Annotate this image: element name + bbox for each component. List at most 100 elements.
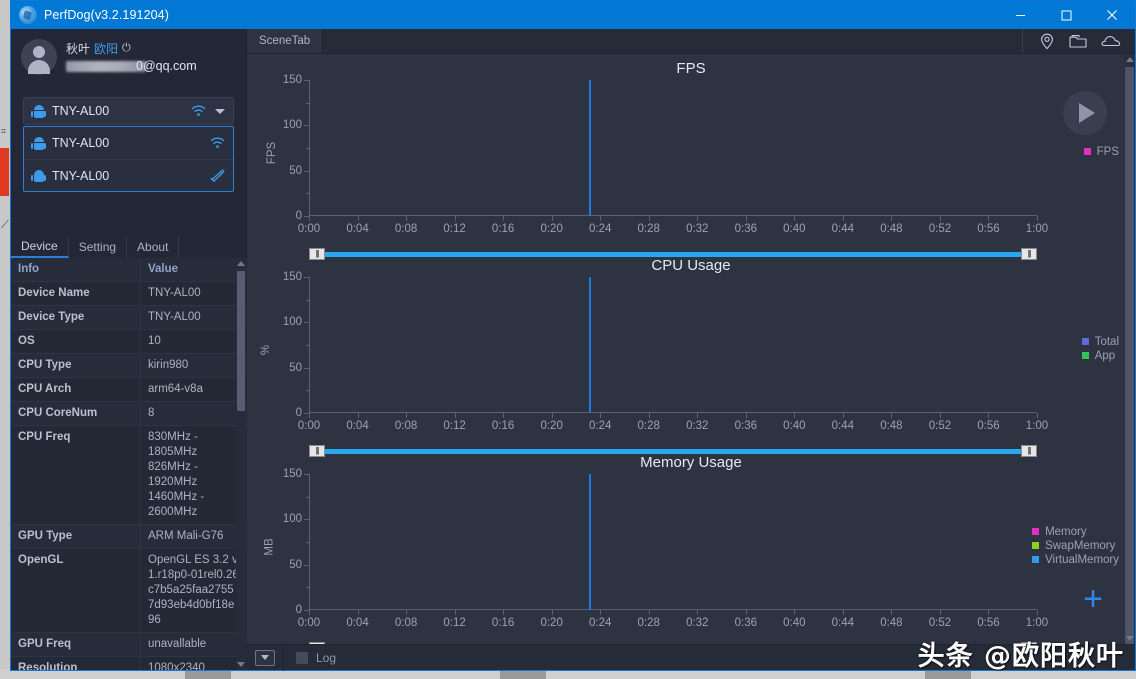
x-tick-mark (454, 610, 456, 615)
row-key: OS (11, 330, 141, 353)
x-tick-mark (600, 413, 602, 418)
time-cursor-line[interactable] (589, 474, 592, 610)
legend-item[interactable]: Memory (1032, 526, 1119, 538)
legend-swatch (1081, 352, 1089, 359)
user-avatar-icon[interactable] (21, 39, 57, 75)
table-row[interactable]: CPU Type kirin980 (11, 354, 247, 378)
cloud-icon[interactable] (1101, 34, 1121, 48)
scroll-down-arrow-icon[interactable] (1124, 633, 1135, 644)
minimize-icon[interactable] (997, 1, 1043, 29)
play-button[interactable] (1063, 91, 1107, 135)
tab-setting[interactable]: Setting (69, 236, 128, 258)
x-tick-mark (454, 216, 456, 221)
legend-item[interactable]: FPS (1083, 146, 1119, 158)
chart-y-axis-label: FPS (266, 141, 279, 164)
add-chart-button[interactable]: + (1083, 582, 1103, 616)
row-value: TNY-AL00 (148, 311, 201, 323)
x-tick-mark (697, 413, 699, 418)
legend-item[interactable]: VirtualMemory (1032, 554, 1119, 566)
usb-icon (209, 169, 225, 182)
legend-swatch (1032, 542, 1040, 549)
table-row[interactable]: GPU Type ARM Mali-G76 (11, 525, 247, 549)
x-tick-label: 0:56 (977, 420, 1000, 432)
chart-y-axis-label: % (260, 344, 273, 355)
scroll-down-arrow-icon[interactable] (236, 659, 246, 670)
legend-item[interactable]: App (1081, 349, 1119, 362)
log-checkbox[interactable] (296, 651, 308, 664)
maximize-icon[interactable] (1043, 1, 1089, 29)
tab-scenetab[interactable]: SceneTab (247, 29, 324, 53)
x-tick-mark (648, 413, 650, 418)
table-row[interactable]: CPU Arch arm64-v8a (11, 378, 247, 402)
x-tick-label: 0:44 (831, 223, 855, 235)
table-row[interactable]: Resolution 1080x2340 (11, 657, 247, 670)
scroll-up-arrow-icon[interactable] (1124, 54, 1135, 65)
x-tick-mark (988, 216, 990, 221)
tab-device[interactable]: Device (11, 236, 69, 258)
time-cursor-line[interactable] (589, 80, 592, 216)
table-row[interactable]: GPU Freq unavallable (11, 633, 247, 657)
table-row[interactable]: Device Type TNY-AL00 (11, 306, 247, 330)
tab-bar-spacer (323, 29, 1022, 53)
selected-device-label: TNY-AL00 (52, 104, 110, 118)
x-tick-mark (988, 413, 990, 418)
legend-swatch (1081, 338, 1089, 345)
x-tick-label: 0:08 (394, 223, 418, 235)
table-row[interactable]: CPU Freq 830MHz - 1805MHz 826MHz - 1920MH… (11, 426, 247, 525)
play-icon (1079, 103, 1095, 123)
x-tick-mark (551, 610, 553, 615)
power-icon[interactable]: ⏻ (122, 43, 131, 54)
x-tick-mark (1037, 216, 1038, 221)
device-selector-button[interactable]: TNY-AL00 (23, 97, 234, 125)
scrollbar-thumb[interactable] (237, 271, 245, 411)
x-tick-mark (939, 413, 941, 418)
x-tick-label: 0:32 (686, 223, 709, 235)
device-option-usb[interactable]: TNY-AL00 (24, 159, 233, 191)
tab-about[interactable]: About (127, 236, 180, 258)
table-row[interactable]: OS 10 (11, 330, 247, 354)
location-pin-icon[interactable] (1039, 33, 1055, 50)
x-tick-mark (454, 413, 456, 418)
close-icon[interactable] (1089, 1, 1135, 29)
time-cursor-line[interactable] (589, 277, 592, 413)
chart-plot-area[interactable]: 0 50 100 150 0:00 0:04 0:08 0:12 0:16 0:20 0:2… (283, 74, 1048, 235)
desktop-red-item[interactable] (0, 148, 9, 196)
table-row[interactable]: OpenGL OpenGL ES 3.2 v1.r18p0-01rel0.26c7… (11, 549, 247, 633)
chart-title: Memory Usage (640, 454, 742, 471)
taskbar-thumb-2[interactable] (500, 671, 546, 679)
row-value: 1080x2340 (148, 662, 205, 670)
x-tick-mark (357, 610, 359, 615)
x-tick-label: 0:24 (588, 420, 612, 432)
table-row[interactable]: CPU CoreNum 8 (11, 402, 247, 426)
scrollbar-thumb[interactable] (1125, 67, 1134, 647)
left-table-scrollbar[interactable] (236, 258, 246, 670)
table-row[interactable]: Device Name TNY-AL00 (11, 282, 247, 306)
folder-icon[interactable] (1069, 34, 1087, 49)
scroll-up-arrow-icon[interactable] (236, 258, 246, 269)
chevron-down-boxed-icon[interactable] (255, 649, 275, 666)
device-option-wifi[interactable]: TNY-AL00 (24, 127, 233, 159)
chart-plot-area[interactable]: 0 50 100 150 0:00 0:04 0:08 0:12 0:16 0:20 0:2… (283, 271, 1048, 432)
row-value: unavallable (148, 638, 207, 650)
x-tick-mark (309, 610, 310, 615)
legend-label: App (1094, 349, 1116, 362)
chart-plot-area[interactable]: 0 50 100 150 0:00 0:04 0:08 0:12 0:16 0:20 0:2… (283, 468, 1048, 629)
title-bar: PerfDog(v3.2.191204) (11, 1, 1135, 29)
x-tick-label: 0:44 (831, 617, 855, 629)
x-tick-mark (503, 610, 505, 615)
row-key: CPU Freq (11, 426, 141, 524)
device-dropdown-list: TNY-AL00 TNY-AL00 (23, 126, 234, 192)
desktop-icon-placeholder-top[interactable]: ⌗ (1, 125, 10, 137)
account-name-first: 秋叶 (66, 42, 91, 56)
x-tick-mark (697, 216, 699, 221)
right-panel-scrollbar[interactable] (1124, 54, 1135, 647)
x-tick-label: 0:48 (880, 420, 903, 432)
x-tick-mark (794, 413, 796, 418)
legend-item[interactable]: SwapMemory (1032, 540, 1119, 552)
taskbar-thumb-1[interactable] (185, 671, 231, 679)
chevron-down-icon[interactable] (215, 108, 225, 114)
device-option-label: TNY-AL00 (52, 136, 110, 150)
android-icon (31, 137, 46, 150)
legend-item[interactable]: Total (1081, 336, 1119, 348)
x-tick-mark (939, 216, 941, 221)
